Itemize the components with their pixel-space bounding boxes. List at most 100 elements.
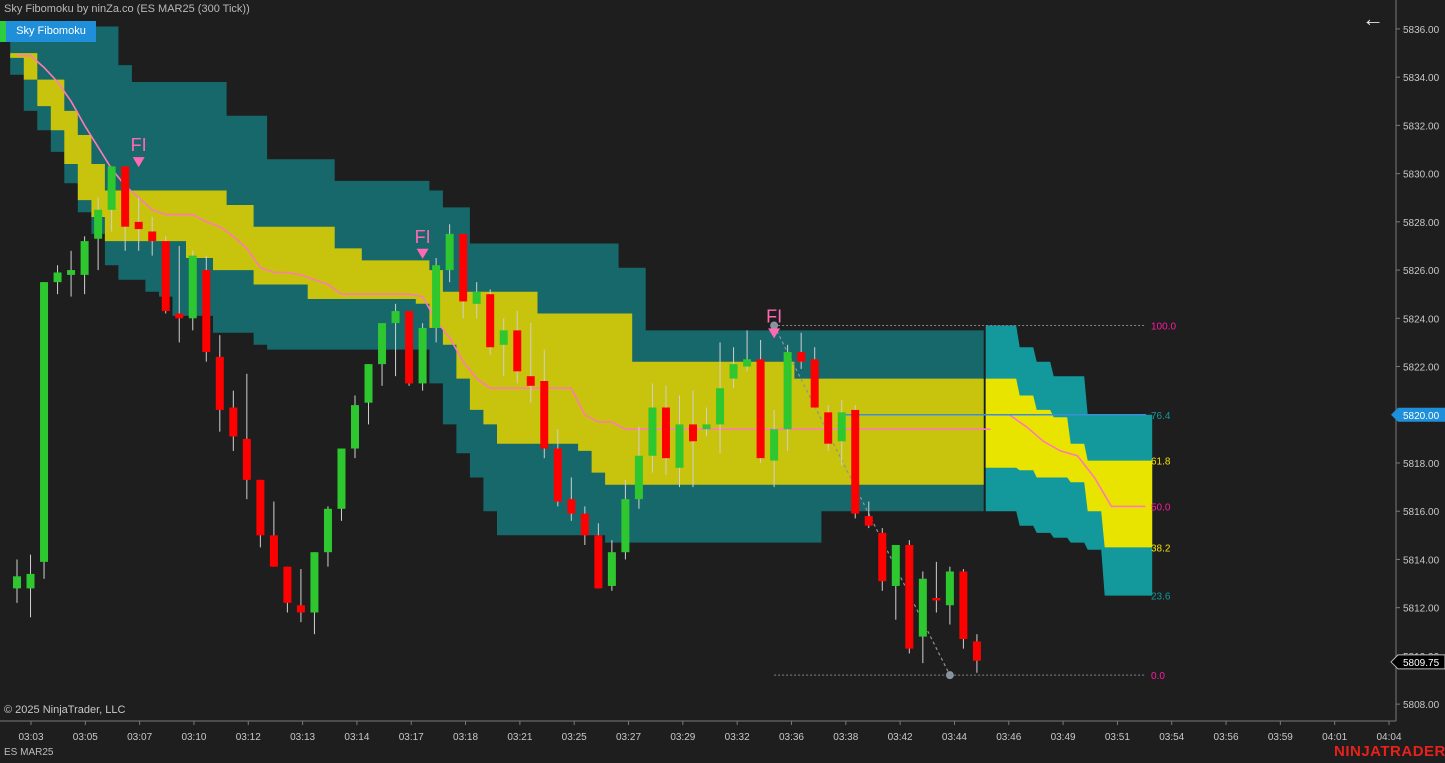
candle-body: [743, 359, 752, 367]
candle-body: [878, 532, 887, 582]
candle-body: [864, 516, 873, 526]
candle-body: [202, 270, 211, 353]
candle-body: [26, 573, 35, 589]
indicator-badge[interactable]: Sky Fibomoku: [6, 21, 96, 42]
price-tick-label: 5828.00: [1403, 218, 1440, 229]
candle-body: [161, 241, 170, 312]
price-tick-label: 5830.00: [1403, 170, 1440, 181]
candle: [161, 236, 170, 314]
candle-body: [932, 598, 941, 601]
candle: [486, 289, 495, 355]
candle-body: [702, 424, 711, 430]
candle: [40, 282, 49, 579]
time-tick-label: 03:49: [1051, 732, 1076, 743]
candle-body: [242, 438, 251, 480]
last-price-label: 5809.75: [1403, 658, 1440, 669]
candle-body: [689, 424, 697, 442]
candle-body: [351, 405, 359, 449]
candle-body: [107, 166, 116, 210]
candle: [851, 405, 860, 519]
time-tick-label: 03:42: [888, 732, 913, 743]
candle-body: [580, 513, 589, 536]
time-tick-label: 03:14: [344, 732, 369, 743]
candle-body: [729, 364, 738, 379]
time-tick-label: 03:25: [562, 732, 587, 743]
ninjatrader-logo: NINJATRADER: [1334, 743, 1445, 760]
time-tick-label: 03:18: [453, 732, 478, 743]
candle-body: [121, 166, 130, 227]
candle-body: [770, 429, 779, 461]
chart-title: Sky Fibomoku by ninZa.co (ES MAR25 (300 …: [4, 3, 250, 15]
candlestick-chart[interactable]: 100.0 76.4 61.8 50.0 38.2 23.6 0.0 FI FI FI 5836.0…: [0, 0, 1445, 763]
candle-body: [783, 352, 792, 430]
candle-body: [972, 641, 981, 661]
price-tick-label: 5822.00: [1403, 363, 1440, 374]
candle-body: [607, 552, 616, 586]
time-tick-label: 03:05: [73, 732, 98, 743]
candle-body: [851, 409, 860, 514]
candle-body: [215, 356, 224, 410]
candle-body: [405, 311, 414, 384]
price-tick-label: 5824.00: [1403, 314, 1440, 325]
candle-body: [945, 571, 954, 606]
time-tick-label: 03:17: [399, 732, 424, 743]
candle-body: [445, 233, 454, 271]
price-tick-label: 5816.00: [1403, 507, 1440, 518]
time-tick-label: 03:29: [670, 732, 695, 743]
candle-body: [310, 552, 319, 613]
current-price-label: 5820.00: [1403, 411, 1440, 422]
candle-body: [824, 412, 833, 444]
candle-body: [418, 327, 427, 384]
fib-level-label: 50.0: [1151, 502, 1171, 513]
candle-body: [716, 388, 725, 425]
candle-body: [134, 221, 143, 230]
candle-body: [283, 566, 292, 603]
price-tick-label: 5834.00: [1403, 73, 1440, 84]
time-tick-label: 03:56: [1214, 732, 1239, 743]
price-tick-label: 5826.00: [1403, 266, 1440, 277]
time-tick-label: 03:36: [779, 732, 804, 743]
time-tick-label: 03:12: [236, 732, 261, 743]
time-tick-label: 03:59: [1268, 732, 1293, 743]
price-tick-label: 5814.00: [1403, 555, 1440, 566]
time-tick-label: 03:03: [18, 732, 43, 743]
candle-body: [918, 578, 927, 637]
candle-body: [891, 544, 900, 586]
candle-body: [269, 535, 278, 567]
candle-body: [40, 282, 49, 562]
candle-body: [13, 576, 21, 589]
candle-body: [567, 499, 576, 514]
time-tick-label: 04:01: [1322, 732, 1347, 743]
time-tick-label: 03:44: [942, 732, 967, 743]
candle-body: [810, 359, 819, 408]
candle-body: [378, 323, 387, 365]
candle: [959, 569, 968, 649]
candle: [405, 311, 414, 386]
candle: [905, 540, 914, 654]
signal-label: FI: [415, 227, 431, 247]
candle-body: [432, 265, 441, 328]
candle-body: [756, 359, 765, 459]
candle-body: [323, 508, 332, 553]
candle-body: [905, 544, 914, 649]
fib-level-label: 38.2: [1151, 543, 1171, 554]
candle-body: [540, 380, 549, 449]
time-tick-label: 03:46: [996, 732, 1021, 743]
price-tick-label: 5836.00: [1403, 25, 1440, 36]
time-tick-label: 03:13: [290, 732, 315, 743]
candle-body: [486, 294, 495, 348]
candle-body: [621, 499, 630, 553]
time-tick-label: 03:27: [616, 732, 641, 743]
fib-level-label: 100.0: [1151, 322, 1176, 333]
candle-body: [256, 479, 265, 536]
candle-body: [391, 311, 400, 324]
fib-level-label: 61.8: [1151, 457, 1171, 468]
candle-body: [364, 364, 373, 403]
candle-body: [67, 270, 76, 275]
candle-body: [94, 209, 103, 239]
arrow-left-icon[interactable]: ←: [1362, 8, 1386, 32]
time-tick-label: 03:21: [507, 732, 532, 743]
candle-body: [337, 448, 346, 509]
time-tick-label: 03:54: [1159, 732, 1184, 743]
candle-body: [837, 412, 846, 442]
